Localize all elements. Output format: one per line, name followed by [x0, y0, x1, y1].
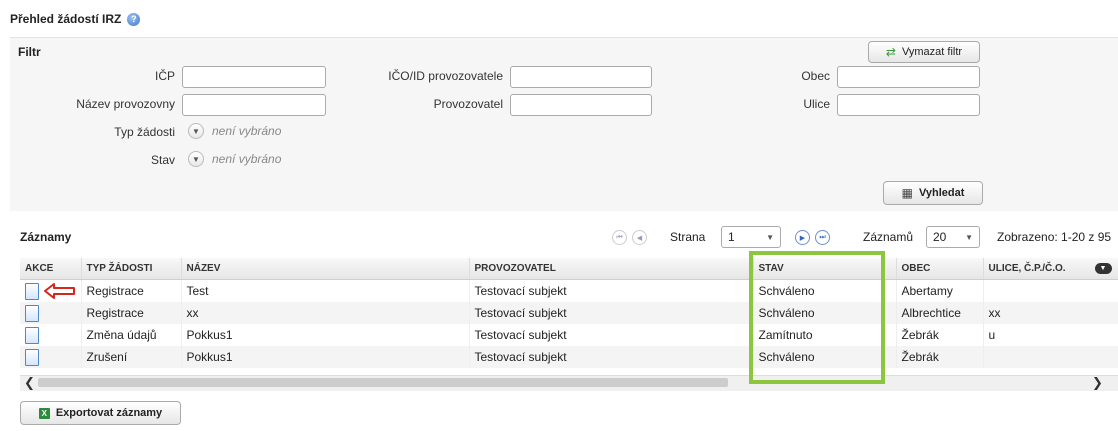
- col-akce[interactable]: AKCE: [20, 258, 82, 280]
- obec-cell: Albrechtice: [896, 302, 984, 324]
- prev-page-icon[interactable]: ◀: [632, 230, 647, 245]
- scroll-right-icon[interactable]: ❯: [1092, 375, 1103, 391]
- chevron-down-icon: ▼: [766, 232, 774, 242]
- clear-filter-label: Vymazat filtr: [901, 46, 963, 58]
- typ-cell: Registrace: [81, 279, 182, 302]
- typ-value: není vybráno: [212, 124, 282, 138]
- last-page-icon[interactable]: ⏭: [815, 230, 830, 245]
- ulice-cell: [983, 279, 1118, 302]
- document-icon[interactable]: [25, 282, 39, 300]
- export-label: Exportovat záznamy: [55, 407, 163, 419]
- icp-input[interactable]: [182, 66, 326, 88]
- page-value: 1: [728, 230, 735, 244]
- pager-prev: ⏮ ◀: [612, 230, 647, 245]
- col-ulice-label: ULICE, Č.P./Č.O.: [988, 263, 1066, 274]
- excel-icon: X: [38, 407, 50, 419]
- col-provozovatel[interactable]: PROVOZOVATEL: [469, 258, 754, 280]
- provozovatel-label: Provozovatel: [433, 97, 503, 111]
- obec-cell: Žebrák: [896, 324, 984, 346]
- ico-input[interactable]: [510, 66, 652, 88]
- table-header-row: AKCE TYP ŽÁDOSTI NÁZEV PROVOZOVATEL STAV…: [20, 258, 1118, 280]
- document-icon[interactable]: [25, 304, 39, 322]
- typ-select[interactable]: ▼ není vybráno: [188, 123, 281, 139]
- dropdown-arrow-icon: ▼: [188, 151, 204, 167]
- first-page-icon[interactable]: ⏮: [612, 230, 627, 245]
- records-heading: Záznamy: [20, 230, 72, 244]
- document-icon[interactable]: [25, 348, 39, 366]
- ico-label: IČO/ID provozovatele: [388, 69, 503, 83]
- page-select[interactable]: 1 ▼: [721, 226, 781, 248]
- col-ulice[interactable]: ULICE, Č.P./Č.O. ▼: [983, 258, 1118, 280]
- obec-cell: Žebrák: [896, 346, 984, 368]
- provozovatel-cell: Testovací subjekt: [469, 324, 754, 346]
- shown-count: Zobrazeno: 1-20 z 95: [997, 230, 1112, 244]
- dropdown-arrow-icon: ▼: [188, 123, 204, 139]
- scroll-left-icon[interactable]: ❮: [24, 375, 35, 391]
- provozovatel-cell: Testovací subjekt: [469, 302, 754, 324]
- count-label: Záznamů: [863, 230, 914, 244]
- nazev-cell: Pokkus1: [181, 346, 470, 368]
- nazev-cell: Test: [181, 279, 470, 302]
- export-button[interactable]: X Exportovat záznamy: [20, 401, 181, 425]
- nazev-cell: Pokkus1: [181, 324, 470, 346]
- records-table: AKCE TYP ŽÁDOSTI NÁZEV PROVOZOVATEL STAV…: [20, 258, 1118, 368]
- search-button[interactable]: ▦ Vyhledat: [883, 181, 983, 205]
- nazev-label: Název provozovny: [76, 97, 175, 111]
- obec-label: Obec: [801, 69, 830, 83]
- obec-cell: Abertamy: [896, 279, 984, 302]
- obec-input[interactable]: [837, 66, 980, 88]
- provozovatel-cell: Testovací subjekt: [469, 279, 754, 302]
- page-label: Strana: [670, 230, 706, 244]
- status-column-highlight: [749, 251, 885, 384]
- binoculars-icon: ▦: [901, 186, 913, 200]
- stav-select[interactable]: ▼ není vybráno: [188, 151, 281, 167]
- pager-next: ▶ ⏭: [795, 230, 830, 245]
- akce-cell: [20, 302, 82, 324]
- col-typ[interactable]: TYP ŽÁDOSTI: [81, 258, 182, 280]
- akce-cell: [20, 346, 82, 368]
- chevron-down-icon: ▼: [965, 232, 973, 242]
- stav-label: Stav: [150, 153, 175, 167]
- table-row[interactable]: Registrace Test Testovací subjekt Schvál…: [20, 279, 1118, 302]
- red-arrow-icon: [44, 283, 75, 299]
- count-select[interactable]: 20 ▼: [926, 226, 980, 248]
- table-row[interactable]: Registrace xx Testovací subjekt Schválen…: [20, 302, 1118, 324]
- icp-label: IČP: [154, 69, 175, 83]
- ulice-cell: xx: [983, 302, 1118, 324]
- typ-cell: Zrušení: [81, 346, 182, 368]
- provozovatel-input[interactable]: [510, 94, 652, 116]
- col-obec[interactable]: OBEC: [896, 258, 984, 280]
- typ-label: Typ žádosti: [114, 125, 175, 139]
- scrollbar-thumb[interactable]: [38, 378, 728, 387]
- clear-filter-button[interactable]: ⇄ Vymazat filtr: [868, 41, 980, 63]
- page-title-wrap: Přehled žádostí IRZ ?: [10, 12, 141, 26]
- akce-cell: [20, 279, 82, 302]
- typ-cell: Změna údajů: [81, 324, 182, 346]
- provozovatel-cell: Testovací subjekt: [469, 346, 754, 368]
- help-icon[interactable]: ?: [127, 12, 141, 26]
- stav-value: není vybráno: [212, 152, 282, 166]
- document-icon[interactable]: [25, 326, 39, 344]
- ulice-label: Ulice: [803, 97, 830, 111]
- nazev-input[interactable]: [182, 94, 326, 116]
- ulice-input[interactable]: [837, 94, 980, 116]
- refresh-icon: ⇄: [885, 45, 896, 59]
- ulice-cell: [983, 346, 1118, 368]
- table-row[interactable]: Změna údajů Pokkus1 Testovací subjekt Za…: [20, 324, 1118, 346]
- typ-cell: Registrace: [81, 302, 182, 324]
- next-page-icon[interactable]: ▶: [795, 230, 810, 245]
- filter-heading: Filtr: [18, 45, 41, 59]
- col-nazev[interactable]: NÁZEV: [181, 258, 470, 280]
- page-title: Přehled žádostí IRZ: [10, 12, 122, 26]
- nazev-cell: xx: [181, 302, 470, 324]
- akce-cell: [20, 324, 82, 346]
- count-value: 20: [933, 230, 947, 244]
- column-menu-icon[interactable]: ▼: [1094, 263, 1112, 274]
- table-row[interactable]: Zrušení Pokkus1 Testovací subjekt Schvál…: [20, 346, 1118, 368]
- search-label: Vyhledat: [918, 187, 965, 199]
- ulice-cell: u: [983, 324, 1118, 346]
